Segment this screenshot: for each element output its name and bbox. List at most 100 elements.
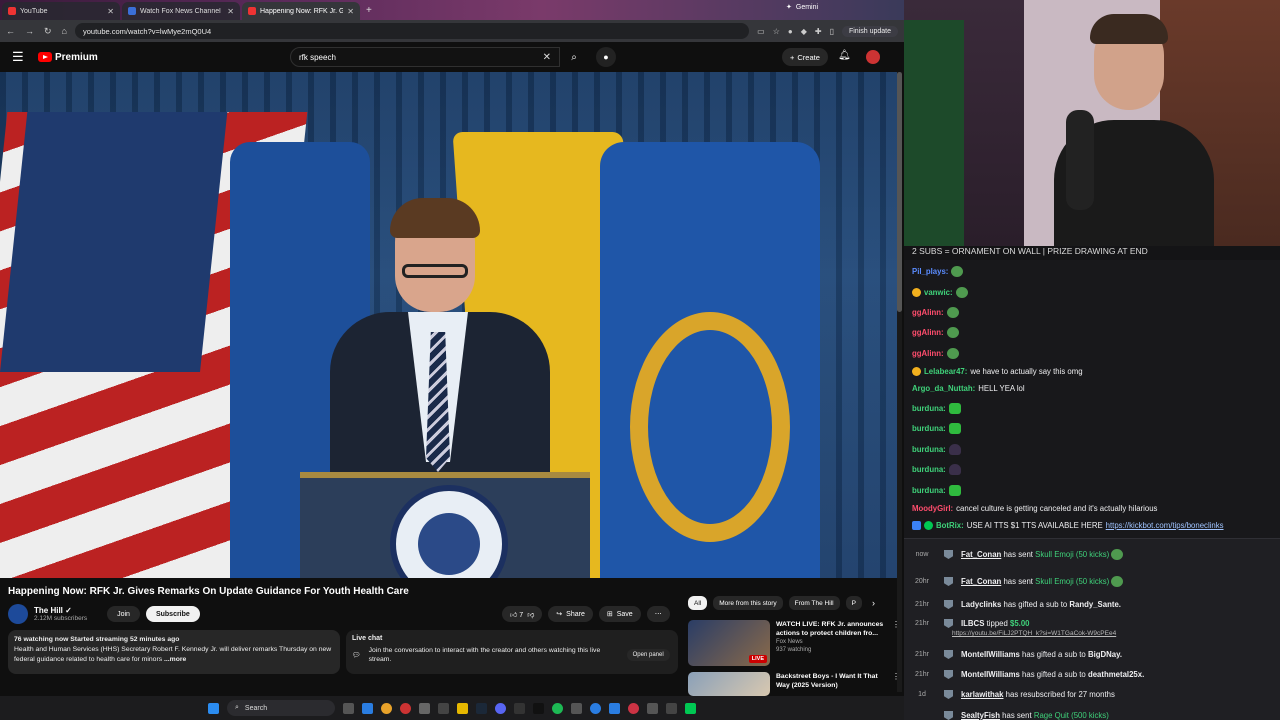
chat-username[interactable]: BotRix:	[936, 521, 964, 530]
task-view-icon[interactable]	[343, 702, 354, 714]
voice-search-button[interactable]: ●	[596, 47, 616, 67]
event-user[interactable]: MontellWilliams	[961, 670, 1020, 679]
app-icon[interactable]	[419, 702, 430, 714]
chip-partial[interactable]: P	[845, 596, 862, 610]
edge-icon[interactable]	[362, 702, 373, 714]
browser-tab[interactable]: YouTube ✕	[2, 2, 120, 20]
gemini-tab[interactable]: ✦ Gemini	[786, 3, 818, 12]
event-target[interactable]: Randy_Sante.	[1069, 600, 1121, 609]
event-user[interactable]: karlawithak	[961, 690, 1003, 699]
page-scrollbar[interactable]	[897, 72, 902, 692]
reload-icon[interactable]: ↻	[44, 26, 52, 37]
chat-username[interactable]: burduna:	[912, 486, 946, 495]
search-button[interactable]: ⌕	[560, 47, 588, 67]
kick-icon[interactable]	[685, 702, 696, 714]
join-button[interactable]: Join	[107, 606, 140, 622]
clear-icon[interactable]: ✕	[543, 52, 551, 63]
menu-icon[interactable]: ☰	[12, 49, 34, 65]
close-icon[interactable]: ✕	[347, 7, 354, 16]
steam-icon[interactable]	[476, 702, 487, 714]
chat-username[interactable]: burduna:	[912, 404, 946, 413]
chat-link[interactable]: https://kickbot.com/tips/boneclinks	[1106, 521, 1224, 530]
close-icon[interactable]: ✕	[107, 7, 114, 16]
url-input[interactable]: youtube.com/watch?v=lwMye2mQ0U4	[74, 23, 750, 39]
chat-username[interactable]: Lelabear47:	[924, 367, 967, 376]
app-icon[interactable]	[400, 702, 411, 714]
save-button[interactable]: ⊞ Save	[598, 606, 641, 622]
chat-username[interactable]: burduna:	[912, 445, 946, 454]
app-icon[interactable]	[590, 702, 601, 714]
event-user[interactable]: SealtyFish	[961, 711, 1000, 720]
chat-username[interactable]: Argo_da_Nuttah:	[912, 384, 975, 393]
show-more-link[interactable]: ...more	[164, 656, 186, 663]
event-user[interactable]: MontellWilliams	[961, 650, 1020, 659]
app-icon[interactable]	[666, 702, 677, 714]
recommendation-title[interactable]: WATCH LIVE: RFK Jr. announces actions to…	[776, 620, 886, 638]
app-icon[interactable]	[609, 702, 620, 714]
subscribe-button[interactable]: Subscribe	[145, 606, 200, 622]
chevron-right-icon[interactable]: ›	[872, 598, 875, 608]
chrome-icon[interactable]	[381, 702, 392, 714]
back-icon[interactable]: ←	[6, 26, 15, 37]
video-thumbnail[interactable]: LIVE	[688, 620, 770, 666]
discord-icon[interactable]	[495, 702, 506, 714]
app-icon[interactable]	[533, 702, 544, 714]
event-user[interactable]: Fat_Conan	[961, 577, 1001, 586]
recommendation-item[interactable]: LIVE WATCH LIVE: RFK Jr. announces actio…	[688, 620, 900, 666]
install-icon[interactable]: ▭	[757, 27, 765, 36]
finish-update-button[interactable]: Finish update	[841, 25, 898, 37]
open-panel-button[interactable]: Open panel	[626, 649, 670, 661]
new-tab-icon[interactable]: +	[366, 5, 372, 16]
sidebar-icon[interactable]: ▯	[830, 27, 834, 36]
chat-username[interactable]: ggAlinn:	[912, 349, 944, 358]
event-target[interactable]: deathmetal25x.	[1088, 670, 1144, 679]
channel-avatar[interactable]	[8, 604, 28, 624]
event-user[interactable]: ILBCS	[961, 619, 984, 628]
close-icon[interactable]: ✕	[227, 7, 234, 16]
video-player[interactable]	[0, 72, 900, 578]
browser-tab[interactable]: Watch Fox News Channel ✕	[122, 2, 240, 20]
event-link[interactable]: https://youtu.be/FiLJ2PTQH_k?si=W1TGaCok…	[952, 630, 1116, 637]
recommendation-item[interactable]: Backstreet Boys - I Want It That Way (20…	[688, 672, 900, 696]
chat-username[interactable]: vanwic:	[924, 288, 953, 297]
recommendation-title[interactable]: Backstreet Boys - I Want It That Way (20…	[776, 672, 886, 690]
chip-all[interactable]: All	[688, 596, 708, 610]
search-input[interactable]: rfk speech ✕	[290, 47, 560, 67]
chat-username[interactable]: ggAlinn:	[912, 328, 944, 337]
chat-username[interactable]: burduna:	[912, 465, 946, 474]
scrollbar-thumb[interactable]	[897, 72, 902, 312]
chat-username[interactable]: MoodyGirl:	[912, 504, 953, 513]
chat-username[interactable]: Pil_plays:	[912, 267, 948, 276]
share-button[interactable]: ↪ Share	[548, 606, 593, 622]
like-button[interactable]: 👍︎ 7	[510, 610, 523, 619]
event-user[interactable]: Fat_Conan	[961, 550, 1001, 559]
event-user[interactable]: Ladyclinks	[961, 600, 1001, 609]
chat-username[interactable]: burduna:	[912, 424, 946, 433]
youtube-logo[interactable]: Premium	[38, 52, 98, 63]
home-icon[interactable]: ⌂	[62, 26, 67, 37]
puzzle-icon[interactable]: ✚	[815, 27, 822, 36]
video-thumbnail[interactable]	[688, 672, 770, 696]
chip-more-from-story[interactable]: More from this story	[713, 596, 783, 610]
event-target[interactable]: BigDNay.	[1088, 650, 1122, 659]
app-icon[interactable]	[438, 702, 449, 714]
description-box[interactable]: 76 watching now Started streaming 52 min…	[8, 630, 340, 674]
more-vert-icon[interactable]: ⋮	[892, 672, 900, 696]
maps-icon[interactable]	[628, 702, 639, 714]
app-icon[interactable]	[647, 702, 658, 714]
taskbar-search[interactable]: ⌕ Search	[227, 700, 335, 716]
create-button[interactable]: + Create	[782, 48, 828, 66]
more-actions-button[interactable]: ⋯	[646, 606, 670, 622]
app-icon[interactable]	[514, 702, 525, 714]
chip-from-the-hill[interactable]: From The Hill	[788, 596, 840, 610]
forward-icon[interactable]: →	[25, 26, 34, 37]
windows-start-icon[interactable]	[208, 702, 219, 714]
folder-icon[interactable]	[457, 702, 468, 714]
more-vert-icon[interactable]: ⋮	[892, 620, 900, 666]
spotify-icon[interactable]	[552, 702, 563, 714]
extension-icon[interactable]: ●	[788, 27, 793, 36]
chat-username[interactable]: ggAlinn:	[912, 308, 944, 317]
dislike-button[interactable]: 👎︎	[527, 610, 534, 619]
channel-name[interactable]: The Hill ✓	[34, 606, 87, 615]
browser-tab-active[interactable]: Happening Now: RFK Jr. Gi ✕	[242, 2, 360, 20]
